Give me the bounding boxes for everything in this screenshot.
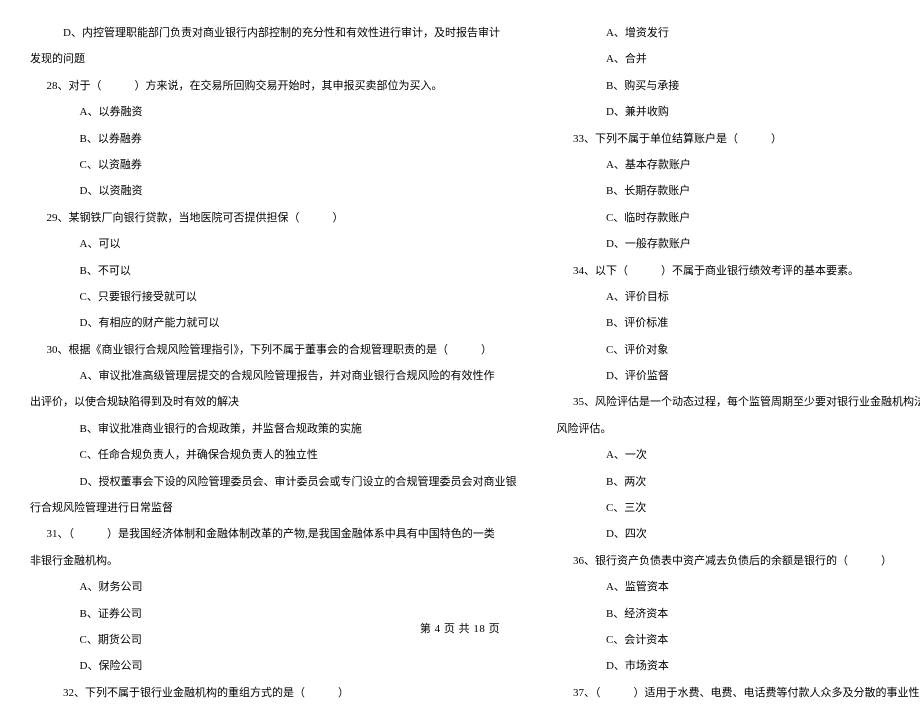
option-a: A、财务公司 (30, 574, 516, 600)
option-d-cont: 行合规风险管理进行日常监督 (30, 495, 516, 521)
option-d: D、四次 (556, 521, 920, 547)
question-37: 37、（ ）适用于水费、电费、电话费等付款人众多及分散的事业性收费结算，在同城、… (556, 680, 920, 706)
question-35: 35、风险评估是一个动态过程，每个监管周期至少要对银行业金融机构法人进行（ ）整… (556, 389, 920, 415)
option-a: A、可以 (30, 231, 516, 257)
option-a: A、监管资本 (556, 574, 920, 600)
option-d: D、兼并收购 (556, 99, 920, 125)
question-28: 28、对于（ ）方来说，在交易所回购交易开始时，其申报买卖部位为买入。 (30, 73, 516, 99)
page-footer: 第 4 页 共 18 页 (0, 620, 920, 636)
question-32: 32、下列不属于银行业金融机构的重组方式的是（ ） (30, 680, 516, 706)
right-column: A、增资发行 A、合并 B、购买与承接 D、兼并收购 33、下列不属于单位结算账… (556, 20, 920, 706)
option-d: D、以资融资 (30, 178, 516, 204)
option-b: B、不可以 (30, 258, 516, 284)
option-a: A、评价目标 (556, 284, 920, 310)
question-31: 31、（ ）是我国经济体制和金融体制改革的产物,是我国金融体系中具有中国特色的一… (30, 521, 516, 547)
option-d: D、市场资本 (556, 653, 920, 679)
left-column: D、内控管理职能部门负责对商业银行内部控制的充分性和有效性进行审计，及时报告审计… (30, 20, 516, 706)
question-29: 29、某钢铁厂向银行贷款，当地医院可否提供担保（ ） (30, 205, 516, 231)
continuation-text: 发现的问题 (30, 46, 516, 72)
option-d: D、保险公司 (30, 653, 516, 679)
question-33: 33、下列不属于单位结算账户是（ ） (556, 126, 920, 152)
option-d-text: D、内控管理职能部门负责对商业银行内部控制的充分性和有效性进行审计，及时报告审计 (30, 20, 516, 46)
question-34: 34、以下（ ）不属于商业银行绩效考评的基本要素。 (556, 258, 920, 284)
option-a: A、以券融资 (30, 99, 516, 125)
option-b: A、合并 (556, 46, 920, 72)
option-b: B、以券融券 (30, 126, 516, 152)
option-b: B、审议批准商业银行的合规政策，并监督合规政策的实施 (30, 416, 516, 442)
option-b: B、评价标准 (556, 310, 920, 336)
option-a-cont: 出评价，以使合规缺陷得到及时有效的解决 (30, 389, 516, 415)
question-30: 30、根据《商业银行合规风险管理指引》，下列不属于董事会的合规管理职责的是（ ） (30, 337, 516, 363)
option-a: A、增资发行 (556, 20, 920, 46)
option-b: B、两次 (556, 469, 920, 495)
option-c: C、三次 (556, 495, 920, 521)
option-c: C、以资融券 (30, 152, 516, 178)
option-b: B、长期存款账户 (556, 178, 920, 204)
option-a: A、基本存款账户 (556, 152, 920, 178)
option-a: A、一次 (556, 442, 920, 468)
option-c: B、购买与承接 (556, 73, 920, 99)
option-c: C、评价对象 (556, 337, 920, 363)
two-column-layout: D、内控管理职能部门负责对商业银行内部控制的充分性和有效性进行审计，及时报告审计… (30, 20, 890, 706)
option-c: C、任命合规负责人，并确保合规负责人的独立性 (30, 442, 516, 468)
option-d: D、授权董事会下设的风险管理委员会、审计委员会或专门设立的合规管理委员会对商业银 (30, 469, 516, 495)
question-36: 36、银行资产负债表中资产减去负债后的余额是银行的（ ） (556, 548, 920, 574)
option-d: D、一般存款账户 (556, 231, 920, 257)
question-35-cont: 风险评估。 (556, 416, 920, 442)
option-a: A、审议批准高级管理层提交的合规风险管理报告，并对商业银行合规风险的有效性作 (30, 363, 516, 389)
question-31-cont: 非银行金融机构。 (30, 548, 516, 574)
option-c: C、只要银行接受就可以 (30, 284, 516, 310)
option-c: C、临时存款账户 (556, 205, 920, 231)
option-d: D、有相应的财产能力就可以 (30, 310, 516, 336)
option-d: D、评价监督 (556, 363, 920, 389)
